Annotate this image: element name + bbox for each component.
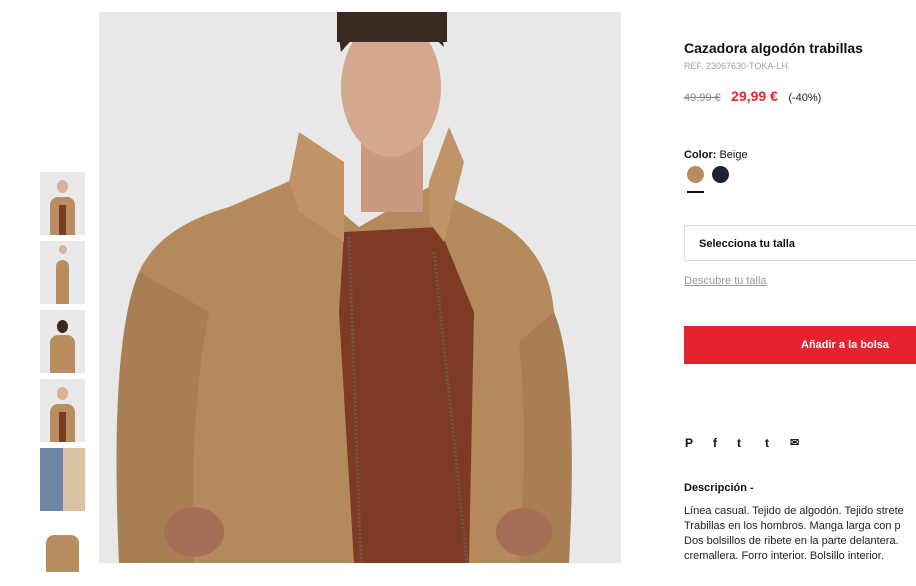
description-line: Trabillas en los hombros. Manga larga co… bbox=[684, 520, 901, 532]
size-guide-link[interactable]: Descubre tu talla bbox=[684, 275, 767, 287]
swatch-beige[interactable] bbox=[687, 166, 704, 183]
description-line: cremallera. Forro interior. Bolsillo int… bbox=[684, 550, 884, 562]
thumbnail-2[interactable] bbox=[40, 241, 85, 304]
tumblr-icon[interactable]: t bbox=[765, 436, 769, 450]
email-icon[interactable]: ✉ bbox=[790, 436, 799, 449]
main-product-image[interactable] bbox=[99, 12, 621, 563]
thumbnail-3[interactable] bbox=[40, 310, 85, 373]
thumbnail-4[interactable] bbox=[40, 379, 85, 442]
old-price: 49,99 € bbox=[684, 92, 721, 104]
product-photo-illustration bbox=[99, 12, 621, 563]
thumbnail-1[interactable] bbox=[40, 172, 85, 235]
description-line: Línea casual. Tejido de algodón. Tejido … bbox=[684, 505, 904, 517]
color-label-row: Color: Beige bbox=[684, 149, 748, 161]
description-line: Dos bolsillos de ribete en la parte dela… bbox=[684, 535, 899, 547]
product-title: Cazadora algodón trabillas bbox=[684, 40, 863, 56]
size-select[interactable]: Selecciona tu talla bbox=[684, 225, 916, 261]
price-row: 49,99 € 29,99 € (-40%) bbox=[684, 88, 821, 106]
twitter-icon[interactable]: t bbox=[737, 436, 741, 450]
thumbnail-gallery bbox=[40, 172, 85, 586]
swatch-navy[interactable] bbox=[712, 166, 729, 183]
thumbnail-6[interactable] bbox=[40, 517, 85, 580]
color-label: Color: bbox=[684, 149, 717, 161]
thumbnail-5[interactable] bbox=[40, 448, 85, 511]
selected-swatch-indicator bbox=[687, 191, 704, 193]
pinterest-icon[interactable]: P bbox=[685, 436, 693, 450]
facebook-icon[interactable]: f bbox=[713, 436, 717, 450]
add-to-bag-button[interactable]: Añadir a la bolsa bbox=[684, 326, 916, 364]
sale-price: 29,99 € bbox=[731, 88, 778, 104]
description-heading[interactable]: Descripción - bbox=[684, 482, 754, 494]
product-ref: REF. 23067630-TOKA-LH bbox=[684, 61, 788, 71]
color-value: Beige bbox=[719, 149, 748, 161]
discount-badge: (-40%) bbox=[788, 92, 822, 104]
